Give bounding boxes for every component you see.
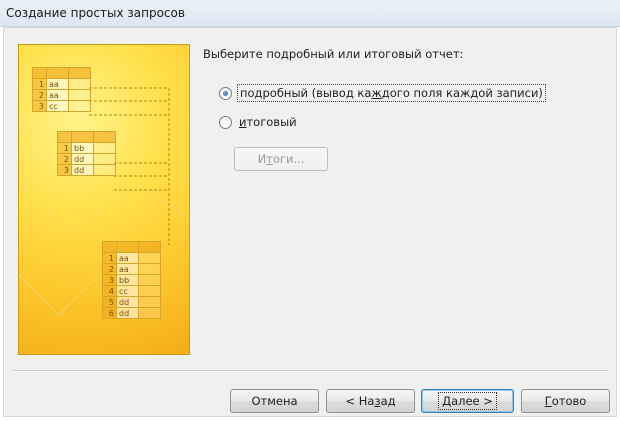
title-bar[interactable]: Создание простых запросов — [0, 0, 620, 27]
sample-table-1: 1 aa 2 aa 3 cc — [32, 67, 91, 112]
table-row: 5 dd — [102, 296, 161, 308]
next-button[interactable]: Далее > — [421, 389, 514, 413]
table-row: 6 dd — [102, 307, 161, 319]
sample-table-2: 1 bb 2 dd 3 dd — [57, 131, 116, 176]
back-button[interactable]: < Назад — [326, 389, 415, 413]
detail-radio-button[interactable] — [219, 86, 232, 100]
table-row: 3 cc — [32, 100, 91, 112]
cancel-button-label: Отмена — [251, 394, 298, 408]
wizard-illustration: 1 aa 2 aa 3 cc 1 bb 2 dd 3 dd 1 aa 2 aa 3 bb 4 cc … — [18, 44, 190, 355]
finish-button[interactable]: Готово — [521, 389, 610, 413]
sample-table-3: 1 aa 2 aa 3 bb 4 cc 5 dd 6 dd — [102, 241, 161, 319]
summary-report-option[interactable]: итоговый — [219, 114, 299, 130]
table-row: 1 bb — [57, 142, 116, 154]
detail-report-option[interactable]: подробный (вывод каждого поля каждой зап… — [219, 84, 546, 102]
window-title: Создание простых запросов — [6, 6, 185, 20]
table-row: 3 dd — [57, 164, 116, 176]
table-row: 2 dd — [57, 153, 116, 165]
query-wizard-window: Создание простых запросов 1 aa 2 aa 3cc … — [0, 0, 620, 421]
table-row: 2 aa — [32, 89, 91, 101]
table-row: 2 aa — [102, 263, 161, 275]
table-row: 1 aa — [32, 78, 91, 90]
summary-options-label: Итоги... — [257, 152, 305, 166]
finish-button-label: Готово — [544, 394, 587, 408]
summary-options-button[interactable]: Итоги... — [234, 147, 328, 171]
table-row: 4 cc — [102, 285, 161, 297]
cancel-button[interactable]: Отмена — [230, 389, 319, 413]
back-button-label: < Назад — [345, 394, 396, 408]
detail-radio-label[interactable]: подробный (вывод каждого поля каждой зап… — [237, 84, 546, 102]
summary-radio-label[interactable]: итоговый — [237, 114, 299, 130]
button-row-divider — [12, 370, 608, 372]
report-type-prompt: Выберите подробный или итоговый отчет: — [203, 47, 464, 61]
table-row: 3 bb — [102, 274, 161, 286]
table-row: 1 aa — [102, 252, 161, 264]
summary-radio-button[interactable] — [219, 115, 232, 129]
next-button-label: Далее > — [438, 392, 497, 410]
